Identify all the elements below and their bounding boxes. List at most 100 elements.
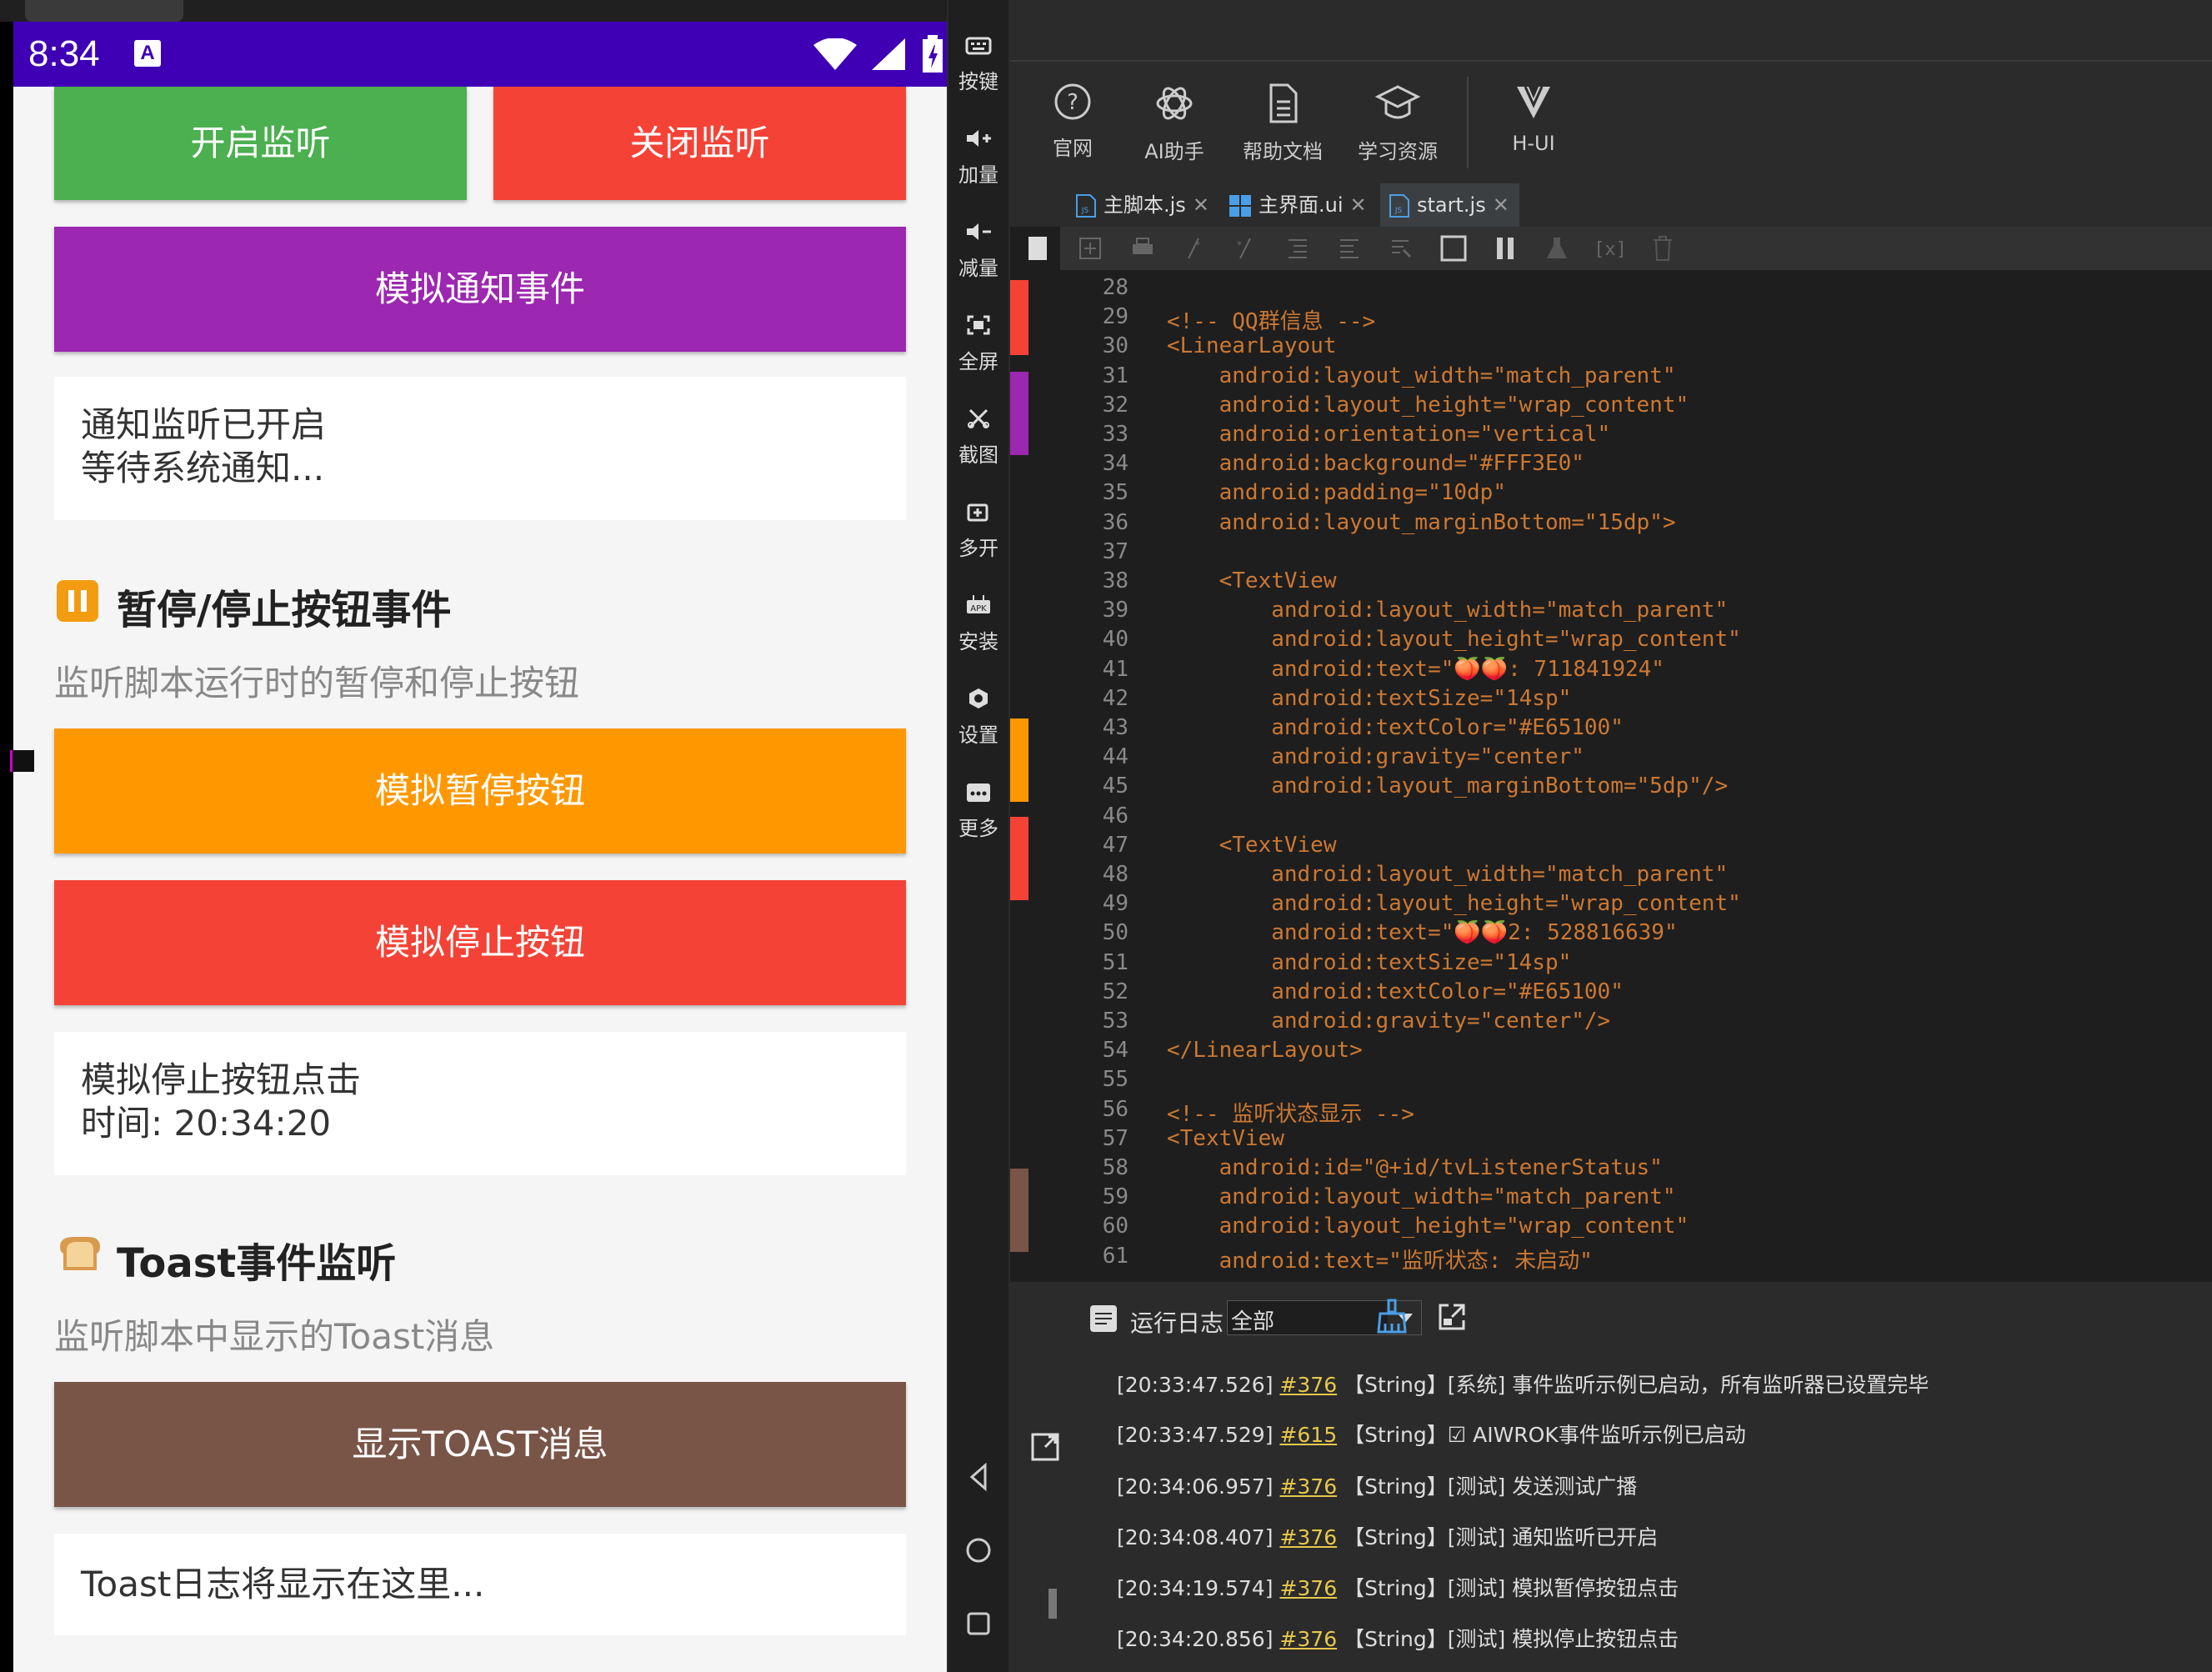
flask-icon[interactable] — [1544, 235, 1570, 262]
learning-resources-button[interactable]: 学习资源 — [1335, 82, 1460, 164]
code-line[interactable]: <!-- 监听状态显示 --> — [1167, 1097, 1414, 1128]
pause-icon[interactable] — [1492, 235, 1519, 262]
tab-main-script[interactable]: JS 主脚本.js ✕ — [1075, 183, 1209, 227]
code-line[interactable]: android:layout_marginBottom="5dp"/> — [1167, 773, 1728, 798]
code-line[interactable]: android:text="🍑🍑2: 528816639" — [1167, 920, 1677, 945]
indent-icon[interactable] — [1285, 237, 1310, 260]
code-line[interactable]: android:layout_height="wrap_content" — [1167, 393, 1689, 418]
code-line[interactable]: android:gravity="center"/> — [1167, 1009, 1610, 1034]
code-editor[interactable]: 28 29 <!-- QQ群信息 --> 30 <LinearLayout 31 andr… — [1060, 270, 2212, 1282]
add-icon[interactable] — [1078, 237, 1102, 260]
log-title: 运行日志 — [1130, 1309, 1224, 1337]
settings-button[interactable]: 设置 — [948, 687, 1008, 748]
line-number: 43 — [1102, 715, 1129, 740]
code-line[interactable]: android:layout_width="match_parent" — [1167, 862, 1728, 887]
keyboard-button[interactable]: 按键 — [948, 33, 1008, 94]
install-button[interactable]: APK 安装 — [948, 593, 1008, 654]
log-time: [20:33:47.526] — [1117, 1373, 1274, 1397]
preview-scrollbar[interactable] — [1048, 1589, 1057, 1619]
code-line[interactable]: <LinearLayout — [1167, 333, 1337, 358]
code-line[interactable]: android:layout_marginBottom="15dp"> — [1167, 510, 1676, 535]
code-line[interactable]: <!-- QQ群信息 --> — [1167, 304, 1375, 335]
detach-log-icon[interactable] — [1437, 1302, 1467, 1332]
stop-listen-button[interactable]: 关闭监听 — [493, 87, 906, 200]
code-line[interactable]: android:id="@+id/tvListenerStatus" — [1167, 1155, 1663, 1180]
code-line[interactable]: android:padding="10dp" — [1167, 480, 1506, 505]
outdent-icon[interactable] — [1337, 237, 1362, 260]
simulate-notify-button[interactable]: 模拟通知事件 — [54, 227, 906, 352]
code-line[interactable]: </LinearLayout> — [1167, 1038, 1363, 1063]
clear-log-broom-icon[interactable] — [1375, 1299, 1409, 1335]
line-number: 58 — [1102, 1155, 1129, 1180]
code-line[interactable]: android:layout_width="match_parent" — [1167, 363, 1676, 388]
simulate-stop-label: 模拟停止按钮 — [374, 922, 585, 963]
fullscreen-button[interactable]: 全屏 — [948, 313, 1008, 374]
back-nav-icon[interactable] — [948, 1460, 1008, 1494]
volume-down-button[interactable]: 减量 — [948, 220, 1008, 281]
volume-up-button[interactable]: 加量 — [948, 127, 1008, 188]
log-line: [20:34:20.856] #376 【String】[测试] 模拟停止按钮点击 — [1117, 1623, 1679, 1653]
log-line-link[interactable]: #376 — [1279, 1373, 1337, 1397]
h-ui-button[interactable]: H-UI — [1471, 82, 1596, 155]
code-line[interactable]: android:textSize="14sp" — [1167, 686, 1571, 711]
settings-icon — [969, 688, 988, 708]
v-logo-icon — [1517, 86, 1550, 118]
line-number: 39 — [1102, 598, 1129, 623]
window-tab[interactable] — [25, 0, 183, 22]
code-line[interactable]: android:gravity="center" — [1167, 744, 1584, 769]
more-button[interactable]: 更多 — [948, 780, 1008, 841]
log-line-link[interactable]: #376 — [1279, 1576, 1337, 1600]
code-line[interactable]: android:layout_height="wrap_content" — [1167, 1214, 1689, 1239]
close-icon[interactable]: ✕ — [1193, 193, 1209, 217]
comment-icon[interactable]: * — [1182, 237, 1205, 260]
expand-preview-icon[interactable] — [1030, 1432, 1060, 1462]
code-line[interactable]: android:layout_height="wrap_content" — [1167, 891, 1741, 916]
code-line[interactable]: android:layout_height="wrap_content" — [1167, 627, 1741, 652]
stop-status-card: 模拟停止按钮点击 时间: 20:34:20 — [54, 1032, 906, 1175]
start-listen-button[interactable]: 开启监听 — [54, 87, 467, 200]
print-icon[interactable] — [1130, 237, 1155, 260]
log-line-link[interactable]: #376 — [1279, 1525, 1337, 1549]
code-line[interactable]: android:text="🍑🍑: 711841924" — [1167, 657, 1664, 682]
notify-status-line1: 通知监听已开启 — [81, 404, 327, 445]
recents-nav-icon[interactable] — [948, 1607, 1008, 1640]
line-number: 31 — [1102, 363, 1129, 388]
tab-main-ui[interactable]: 主界面.ui ✕ — [1229, 183, 1367, 227]
simulate-stop-button[interactable]: 模拟停止按钮 — [54, 880, 906, 1005]
js-file-icon: JS — [1076, 194, 1096, 218]
code-line[interactable]: android:text="监听状态: 未启动" — [1167, 1244, 1593, 1274]
close-icon[interactable]: ✕ — [1493, 193, 1509, 217]
multi-open-button[interactable]: 多开 — [948, 500, 1008, 561]
trash-icon[interactable] — [1650, 235, 1675, 262]
code-line[interactable]: android:textSize="14sp" — [1167, 950, 1571, 975]
code-line[interactable]: android:layout_width="match_parent" — [1167, 1184, 1676, 1209]
code-line[interactable]: android:orientation="vertical" — [1167, 422, 1611, 447]
code-line[interactable]: <TextView — [1167, 568, 1337, 593]
show-toast-button[interactable]: 显示TOAST消息 — [54, 1382, 906, 1507]
line-number: 57 — [1102, 1125, 1129, 1151]
code-line[interactable]: android:background="#FFF3E0" — [1167, 451, 1584, 476]
uncomment-icon[interactable]: * — [1234, 237, 1257, 260]
log-line-link[interactable]: #615 — [1279, 1423, 1337, 1447]
simulate-pause-button[interactable]: 模拟暂停按钮 — [54, 728, 906, 854]
log-line-link[interactable]: #376 — [1279, 1627, 1337, 1651]
variables-icon[interactable]: [x] — [1594, 235, 1627, 262]
tab-start-js[interactable]: JS start.js ✕ — [1380, 183, 1519, 227]
stop-icon[interactable] — [1440, 235, 1467, 262]
signal-icon — [872, 38, 905, 70]
code-line[interactable]: android:textColor="#E65100" — [1167, 979, 1624, 1004]
ai-assistant-button[interactable]: AI助手 — [1112, 82, 1237, 164]
help-docs-button[interactable]: 帮助文档 — [1220, 82, 1345, 164]
close-icon[interactable]: ✕ — [1350, 193, 1367, 217]
format-icon[interactable] — [1389, 237, 1414, 260]
screenshot-button[interactable]: 截图 — [948, 407, 1008, 468]
log-line-link[interactable]: #376 — [1279, 1474, 1337, 1499]
js-file-icon: JS — [1389, 194, 1409, 218]
code-line[interactable]: <TextView — [1167, 1126, 1284, 1151]
home-nav-icon[interactable] — [948, 1534, 1008, 1567]
code-line[interactable]: <TextView — [1167, 833, 1337, 858]
preview-strip-save[interactable] — [1028, 237, 1047, 260]
line-number: 35 — [1102, 480, 1129, 506]
code-line[interactable]: android:textColor="#E65100" — [1167, 715, 1624, 740]
code-line[interactable]: android:layout_width="match_parent" — [1167, 598, 1728, 623]
